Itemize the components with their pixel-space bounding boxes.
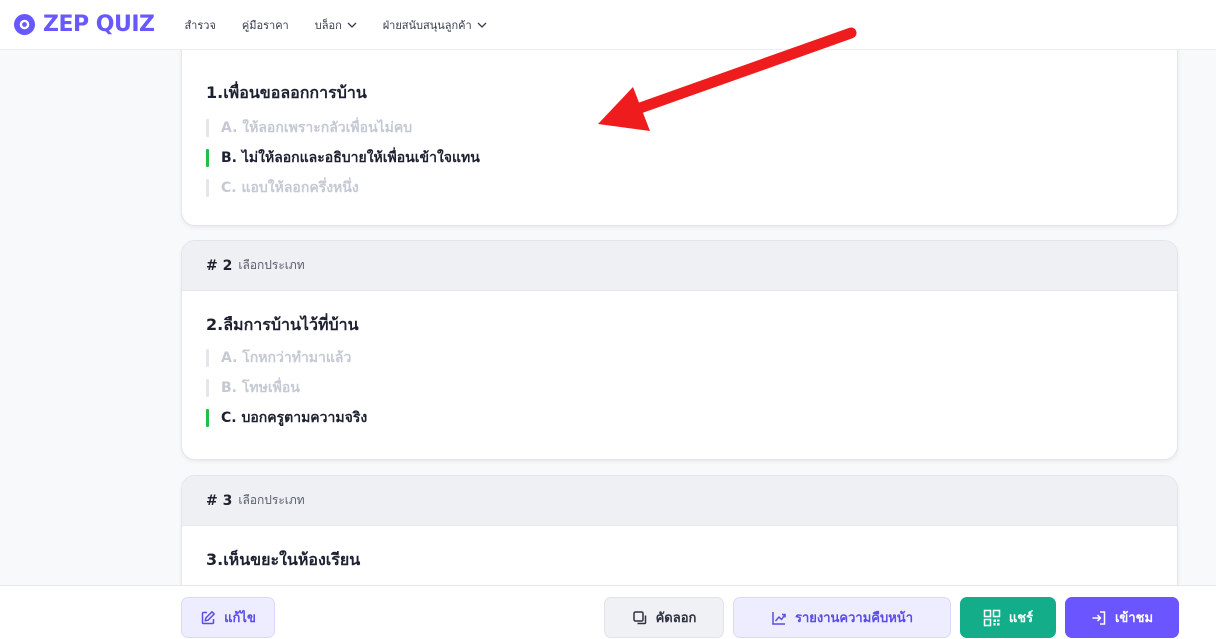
nav-item-label: ฝ่ายสนับสนุนลูกค้า (382, 18, 472, 32)
option-text: C. บอกครูตามความจริง (221, 410, 368, 426)
option-a: A. โกหกว่าทำมาแล้ว (206, 343, 1153, 373)
nav-item-explore[interactable]: สำรวจ (184, 16, 215, 34)
nav-item-support[interactable]: ฝ่ายสนับสนุนลูกค้า (383, 16, 487, 34)
option-b: B. โทษเพื่อน (206, 373, 1153, 403)
option-text: A. ให้ลอกเพราะกลัวเพื่อนไม่คบ (221, 120, 413, 136)
option-text: B. ไม่ให้ลอกและอธิบายให้เพื่อนเข้าใจแทน (221, 150, 480, 166)
option-marker (206, 179, 209, 197)
brand-logo[interactable]: ZEP QUIZ (14, 12, 155, 37)
question-number: # 3 (206, 492, 233, 509)
edit-icon (201, 610, 216, 624)
edit-button[interactable]: แก้ไข (181, 597, 275, 638)
option-b: B. ไม่ให้ลอกและอธิบายให้เพื่อนเข้าใจแทน (206, 143, 1153, 173)
quiz-question-list[interactable]: 1.เพื่อนขอลอกการบ้าน A. ให้ลอกเพราะกลัวเ… (0, 50, 1216, 585)
option-marker (206, 119, 209, 137)
option-text: B. โทษเพื่อน (221, 380, 300, 396)
enter-label: เข้าชม (1114, 611, 1154, 626)
edit-label: แก้ไข (224, 611, 256, 626)
brand-name: ZEP QUIZ (43, 12, 155, 37)
top-navigation: ZEP QUIZ สำรวจ คู่มือราคา บล็อก ฝ่ายสนับ… (0, 0, 1216, 50)
main-nav: สำรวจ คู่มือราคา บล็อก ฝ่ายสนับสนุนลูกค้… (184, 16, 512, 34)
option-text: C. แอบให้ลอกครึ่งหนึ่ง (221, 180, 359, 196)
copy-icon (632, 610, 646, 624)
bottom-action-bar: แก้ไข คัดลอก รายงานความคืบหน้า แชร์ เข้า… (0, 585, 1216, 639)
question-card-1: 1.เพื่อนขอลอกการบ้าน A. ให้ลอกเพราะกลัวเ… (181, 50, 1178, 226)
nav-item-pricing[interactable]: คู่มือราคา (242, 16, 289, 34)
option-a: A. ให้ลอกเพราะกลัวเพื่อนไม่คบ (206, 113, 1153, 143)
question-header: # 2 เลือกประเภท (182, 241, 1177, 291)
share-label: แชร์ (1008, 611, 1034, 626)
nav-item-label: คู่มือราคา (241, 18, 289, 32)
option-marker (206, 349, 209, 367)
copy-button[interactable]: คัดลอก (604, 597, 724, 638)
copy-label: คัดลอก (655, 611, 697, 626)
question-number: # 2 (206, 257, 233, 274)
question-header: # 3 เลือกประเภท (182, 476, 1177, 526)
report-label: รายงานความคืบหน้า (794, 611, 913, 626)
question-type: เลือกประเภท (238, 258, 305, 272)
question-title: 1.เพื่อนขอลอกการบ้าน (206, 83, 367, 102)
chevron-down-icon (477, 22, 487, 28)
correct-marker (206, 149, 209, 167)
enter-icon (1092, 610, 1106, 625)
zep-logo-icon (14, 14, 35, 35)
option-c: C. แอบให้ลอกครึ่งหนึ่ง (206, 173, 1153, 203)
enter-button[interactable]: เข้าชม (1065, 597, 1179, 638)
option-text: A. โกหกว่าทำมาแล้ว (221, 350, 352, 366)
option-c: C. บอกครูตามความจริง (206, 403, 1153, 433)
share-button[interactable]: แชร์ (960, 597, 1056, 638)
question-card-3: # 3 เลือกประเภท 3.เห็นขยะในห้องเรียน (181, 475, 1178, 585)
option-marker (206, 379, 209, 397)
question-card-2: # 2 เลือกประเภท 2.ลืมการบ้านไว้ที่บ้าน A… (181, 240, 1178, 460)
nav-item-label: บล็อก (314, 18, 342, 32)
progress-report-button[interactable]: รายงานความคืบหน้า (733, 597, 951, 638)
question-title: 3.เห็นขยะในห้องเรียน (206, 550, 361, 569)
chart-icon (772, 611, 786, 625)
nav-item-blog[interactable]: บล็อก (315, 16, 357, 34)
correct-marker (206, 409, 209, 427)
question-type: เลือกประเภท (238, 493, 305, 507)
nav-item-label: สำรวจ (184, 18, 216, 32)
chevron-down-icon (347, 22, 357, 28)
qr-icon (983, 609, 1001, 626)
question-title: 2.ลืมการบ้านไว้ที่บ้าน (206, 315, 359, 334)
